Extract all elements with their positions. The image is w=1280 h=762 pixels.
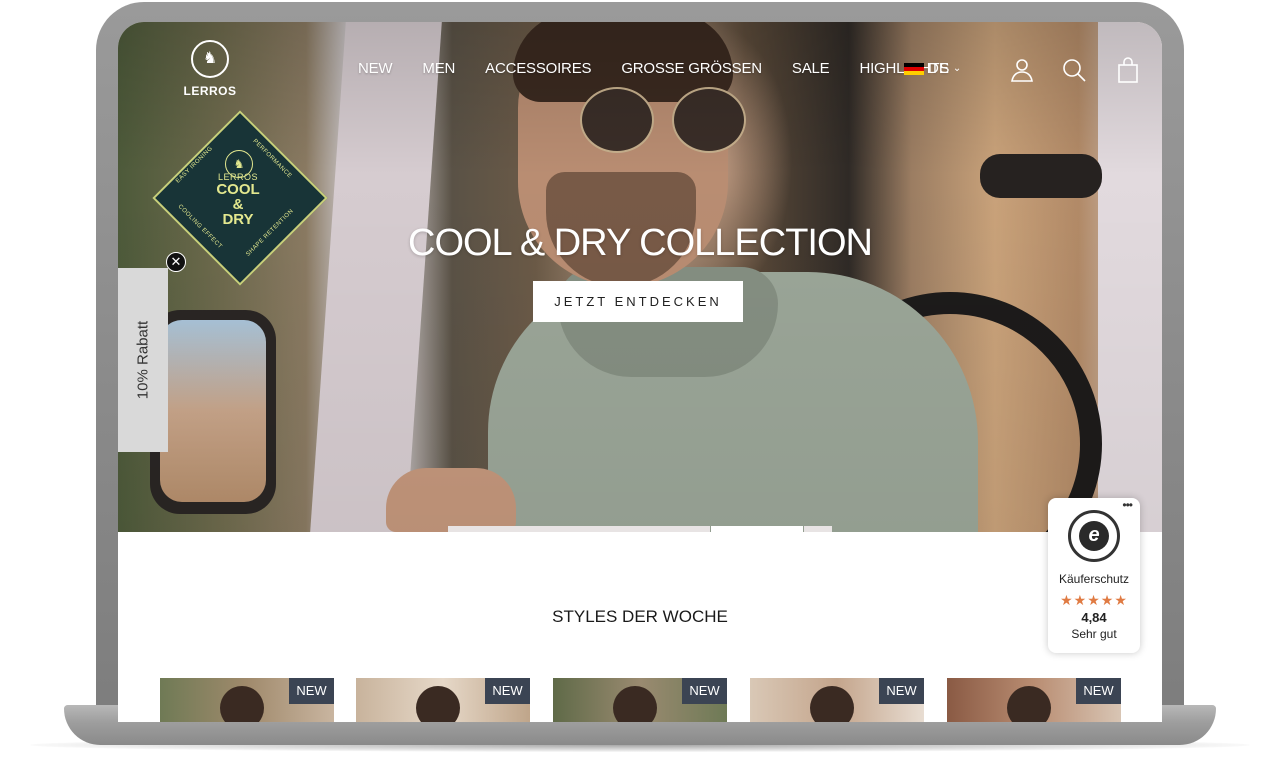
lion-emblem-icon: ♞: [225, 150, 253, 178]
language-selector[interactable]: DE ⌄: [904, 60, 961, 77]
close-icon[interactable]: ✕: [166, 252, 186, 272]
top-navigation: ♞ LERROS NEW MEN ACCESSOIRES GROSSE GRÖS…: [118, 22, 1162, 102]
account-icon[interactable]: [1008, 56, 1036, 84]
seal-letter: e: [1079, 521, 1109, 551]
model-head: [416, 686, 460, 722]
new-badge: NEW: [1076, 678, 1121, 704]
lion-emblem-icon: ♞: [191, 40, 229, 78]
model-head: [220, 686, 264, 722]
rating-score: 4,84: [1081, 610, 1107, 625]
main-menu: NEW MEN ACCESSOIRES GROSSE GRÖSSEN SALE …: [358, 60, 979, 77]
hero-cta-button[interactable]: JETZT ENTDECKEN: [533, 281, 743, 322]
model-head: [613, 686, 657, 722]
menu-item-sale[interactable]: SALE: [792, 60, 830, 77]
product-card[interactable]: NEW: [553, 678, 727, 722]
trusted-shops-widget[interactable]: ••• e Käuferschutz ★★★★★ 4,84 Sehr gut: [1048, 498, 1140, 653]
menu-item-new[interactable]: NEW: [358, 60, 393, 77]
more-options-icon[interactable]: •••: [1122, 498, 1133, 512]
menu-item-men[interactable]: MEN: [422, 60, 455, 77]
german-flag-icon: [904, 62, 924, 75]
badge-title-line2: &: [232, 196, 244, 213]
new-badge: NEW: [682, 678, 727, 704]
cart-icon[interactable]: [1114, 56, 1142, 84]
cool-dry-badge-content: ♞ LERROS COOL & DRY: [185, 128, 291, 227]
chevron-down-icon: ⌄: [952, 63, 962, 74]
new-badge: NEW: [485, 678, 530, 704]
product-card[interactable]: NEW: [160, 678, 334, 722]
language-code: DE: [928, 60, 949, 77]
trust-label: Käuferschutz: [1058, 572, 1130, 586]
product-card[interactable]: NEW: [947, 678, 1121, 722]
section-title: STYLES DER WOCHE: [552, 607, 728, 626]
brand-logo[interactable]: ♞ LERROS: [174, 40, 246, 98]
menu-item-accessoires[interactable]: ACCESSOIRES: [485, 60, 591, 77]
trusted-shops-seal-icon: e: [1068, 510, 1120, 562]
new-badge: NEW: [879, 678, 924, 704]
product-card[interactable]: NEW: [750, 678, 924, 722]
menu-item-grosse-groessen[interactable]: GROSSE GRÖSSEN: [621, 60, 762, 77]
laptop-screen: COOL & DRY COLLECTION JETZT ENTDECKEN ♞ …: [118, 22, 1162, 722]
rating-stars: ★★★★★: [1060, 592, 1128, 608]
badge-title-line1: COOL: [216, 181, 260, 198]
discount-tab[interactable]: 10% Rabatt: [118, 268, 168, 452]
slider-dot-1[interactable]: [448, 526, 710, 532]
model-head: [810, 686, 854, 722]
new-badge: NEW: [289, 678, 334, 704]
product-card[interactable]: NEW: [356, 678, 530, 722]
brand-name: LERROS: [183, 84, 237, 98]
slider-dot-3[interactable]: [804, 526, 832, 532]
rating-text: Sehr gut: [1071, 627, 1117, 641]
slider-dot-2[interactable]: [711, 526, 803, 532]
model-head: [1007, 686, 1051, 722]
search-icon[interactable]: [1060, 56, 1088, 84]
discount-label: 10% Rabatt: [134, 320, 152, 400]
